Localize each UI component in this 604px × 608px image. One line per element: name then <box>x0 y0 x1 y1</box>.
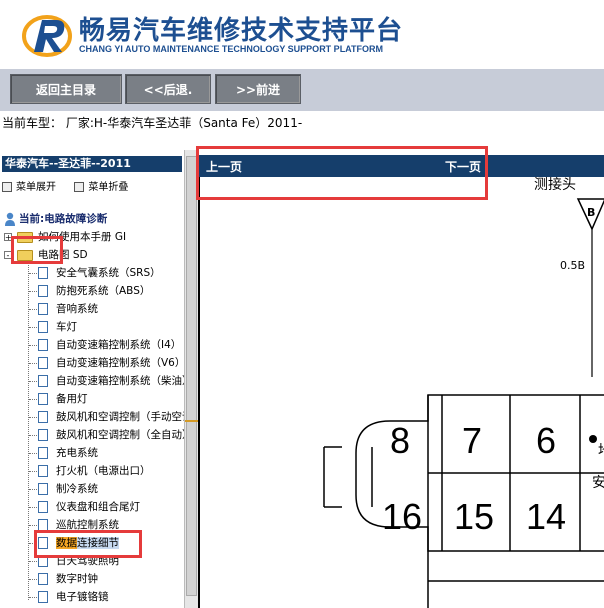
tree-item-label-selected: 数据连接细节 <box>56 534 119 552</box>
document-icon <box>38 537 48 549</box>
tree-item-label: 充电系统 <box>56 447 98 459</box>
pin-number: 16 <box>382 496 422 537</box>
tree-line <box>28 254 29 600</box>
brand-subtitle: CHANG YI AUTO MAINTENANCE TECHNOLOGY SUP… <box>79 44 384 54</box>
previous-page-link[interactable]: 上一页 <box>206 158 242 175</box>
current-vehicle-model: 当前车型： 厂家:H-华泰汽车圣达菲（Santa Fe）2011- <box>2 116 303 130</box>
document-icon <box>38 573 48 585</box>
connector-diagram-svg: 测接头 B 0.5B 8 7 6 16 15 14 地 安 <box>323 177 604 608</box>
tree-item-label: 日天驾驶照明 <box>56 555 119 567</box>
document-icon <box>38 411 48 423</box>
document-icon <box>38 339 48 351</box>
folder-icon <box>17 232 33 243</box>
tree-current-label: 当前:电路故障诊断 <box>19 213 108 225</box>
next-page-link[interactable]: 下一页 <box>445 158 481 175</box>
diagram-top-text: 测接头 <box>534 177 576 193</box>
sidebar: 华泰汽车--圣达菲--2011 菜单展开 菜单折叠 当前:电路故障诊断 + 如何… <box>0 150 199 608</box>
tree-item-label: 制冷系统 <box>56 483 98 495</box>
expand-toggle-icon[interactable]: + <box>4 233 12 242</box>
document-icon <box>38 357 48 369</box>
side-text: 安 <box>592 475 604 491</box>
menu-expand-control[interactable]: 菜单展开 <box>2 182 59 193</box>
collapse-toggle-icon[interactable]: - <box>4 251 12 260</box>
tree-item-label: 车灯 <box>56 321 77 333</box>
menu-tree: 当前:电路故障诊断 + 如何使用本手册 GI - 电路图 SD 安全气囊系统（S… <box>0 206 184 608</box>
changyi-logo-icon <box>22 15 72 57</box>
wire-value: 0.5B <box>560 259 585 272</box>
sidebar-scrollbar[interactable] <box>184 150 199 608</box>
document-icon <box>38 375 48 387</box>
toolbar: 返回主目录 <<后退. >>前进 <box>0 68 604 111</box>
side-text: 地 <box>598 443 604 459</box>
document-icon <box>38 519 48 531</box>
app-header: 畅易汽车维修技术支持平台 CHANG YI AUTO MAINTENANCE T… <box>0 0 604 68</box>
scroll-marker <box>185 420 199 422</box>
selected-text-rest: 连接细节 <box>77 537 119 549</box>
connector-letter: B <box>587 206 595 219</box>
tree-item-label: 鼓风机和空调控制（手动空调） <box>56 411 184 423</box>
pin-number: 8 <box>390 420 410 461</box>
wiring-diagram: 测接头 B 0.5B 8 7 6 16 15 14 地 安 <box>198 177 604 608</box>
pin-number: 14 <box>526 496 566 537</box>
expand-icon <box>2 182 12 192</box>
document-icon <box>38 465 48 477</box>
tree-item-label: 打火机（电源出口） <box>56 465 151 477</box>
menu-collapse-label: 菜单折叠 <box>88 182 129 193</box>
tree-item-label: 音响系统 <box>56 303 98 315</box>
forward-button[interactable]: >>前进 <box>215 74 301 104</box>
tree-item-label: 自动变速箱控制系统（I4） <box>56 339 182 351</box>
brand-title: 畅易汽车维修技术支持平台 <box>79 16 404 46</box>
pin-number: 15 <box>454 496 494 537</box>
junction-dot <box>589 435 597 443</box>
back-button[interactable]: <<后退. <box>125 74 211 104</box>
document-icon <box>38 555 48 567</box>
menu-collapse-control[interactable]: 菜单折叠 <box>74 182 128 193</box>
sidebar-title: 华泰汽车--圣达菲--2011 <box>2 156 182 172</box>
return-main-menu-button[interactable]: 返回主目录 <box>10 74 122 104</box>
tree-item-label: 自动变速箱控制系统（柴油） <box>56 375 184 387</box>
document-icon <box>38 285 48 297</box>
tree-item-label: 电路图 SD <box>38 249 88 261</box>
tree-item-label: 自动变速箱控制系统（V6） <box>56 357 184 369</box>
document-icon <box>38 591 48 603</box>
document-icon <box>38 429 48 441</box>
tree-item-label: 仪表盘和组合尾灯 <box>56 501 140 513</box>
selected-text-part: 数据 <box>56 537 77 549</box>
document-icon <box>38 483 48 495</box>
tree-item-label: 防抱死系统（ABS） <box>56 285 151 297</box>
tree-item-label: 如何使用本手册 GI <box>38 231 127 243</box>
tree-item-label: 鼓风机和空调控制（全自动） <box>56 429 184 441</box>
folder-open-icon <box>17 250 33 261</box>
tree-item-label: 数字时钟 <box>56 573 98 585</box>
menu-controls: 菜单展开 菜单折叠 <box>2 178 128 193</box>
sidebar-scrollbar-thumb[interactable] <box>186 156 197 596</box>
document-icon <box>38 501 48 513</box>
document-icon <box>38 267 48 279</box>
tree-item-label: 备用灯 <box>56 393 88 405</box>
document-icon <box>38 303 48 315</box>
page-nav-bar: 上一页 下一页 <box>198 155 604 177</box>
document-icon <box>38 321 48 333</box>
document-icon <box>38 447 48 459</box>
pin-number: 7 <box>462 420 482 461</box>
pin-number: 6 <box>536 420 556 461</box>
user-icon <box>5 212 15 226</box>
main-content: 上一页 下一页 测接头 B 0.5B 8 7 6 16 15 14 <box>198 150 604 608</box>
tree-item-label: 安全气囊系统（SRS） <box>56 267 161 279</box>
collapse-icon <box>74 182 85 192</box>
document-icon <box>38 393 48 405</box>
menu-expand-label: 菜单展开 <box>16 182 56 193</box>
tree-item-label: 电子镀铬镜 <box>56 591 109 603</box>
tree-item-label: 巡航控制系统 <box>56 519 119 531</box>
